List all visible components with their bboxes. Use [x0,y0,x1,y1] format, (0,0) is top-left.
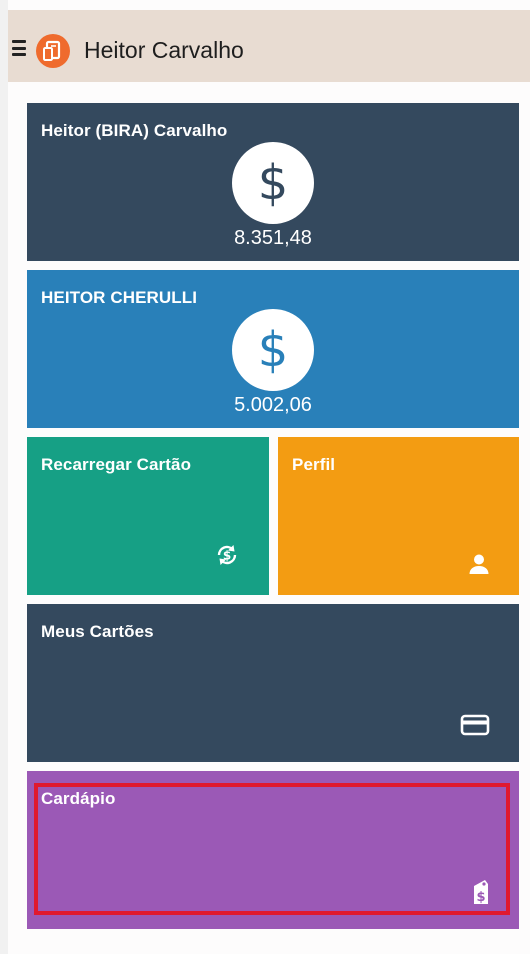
account-balance-tile[interactable]: HEITOR CHERULLI $ 5.002,06 [27,270,519,428]
user-icon [468,553,490,575]
account-balance-value: 8.351,48 [234,227,312,249]
svg-text:$: $ [476,890,485,905]
dollar-icon: $ [232,142,314,224]
account-holder-name: Heitor (BIRA) Carvalho [41,121,228,140]
left-edge-strip [0,0,8,954]
profile-label: Perfil [292,455,336,474]
account-holder-name: HEITOR CHERULLI [41,288,198,307]
credit-card-icon [460,714,490,736]
my-cards-tile[interactable]: Meus Cartões [27,604,519,762]
profile-tile[interactable]: Perfil [278,437,519,595]
menu-tile[interactable]: Cardápio $ [27,771,519,929]
my-cards-label: Meus Cartões [41,622,154,641]
page-title: Heitor Carvalho [84,37,244,63]
recharge-card-label: Recarregar Cartão [41,455,192,474]
menu-tag-icon: $ [471,876,491,906]
account-balance-value: 5.002,06 [234,394,312,416]
app-logo-icon [36,34,70,68]
menu-label: Cardápio [41,789,116,808]
refresh-dollar-icon: $ [215,543,239,567]
recharge-card-tile[interactable]: Recarregar Cartão $ [27,437,269,595]
svg-text:$: $ [223,549,231,563]
dollar-icon: $ [232,309,314,391]
app-header: Heitor Carvalho [8,10,530,82]
hamburger-menu-icon[interactable] [12,40,26,56]
account-balance-tile[interactable]: Heitor (BIRA) Carvalho $ 8.351,48 [27,103,519,261]
